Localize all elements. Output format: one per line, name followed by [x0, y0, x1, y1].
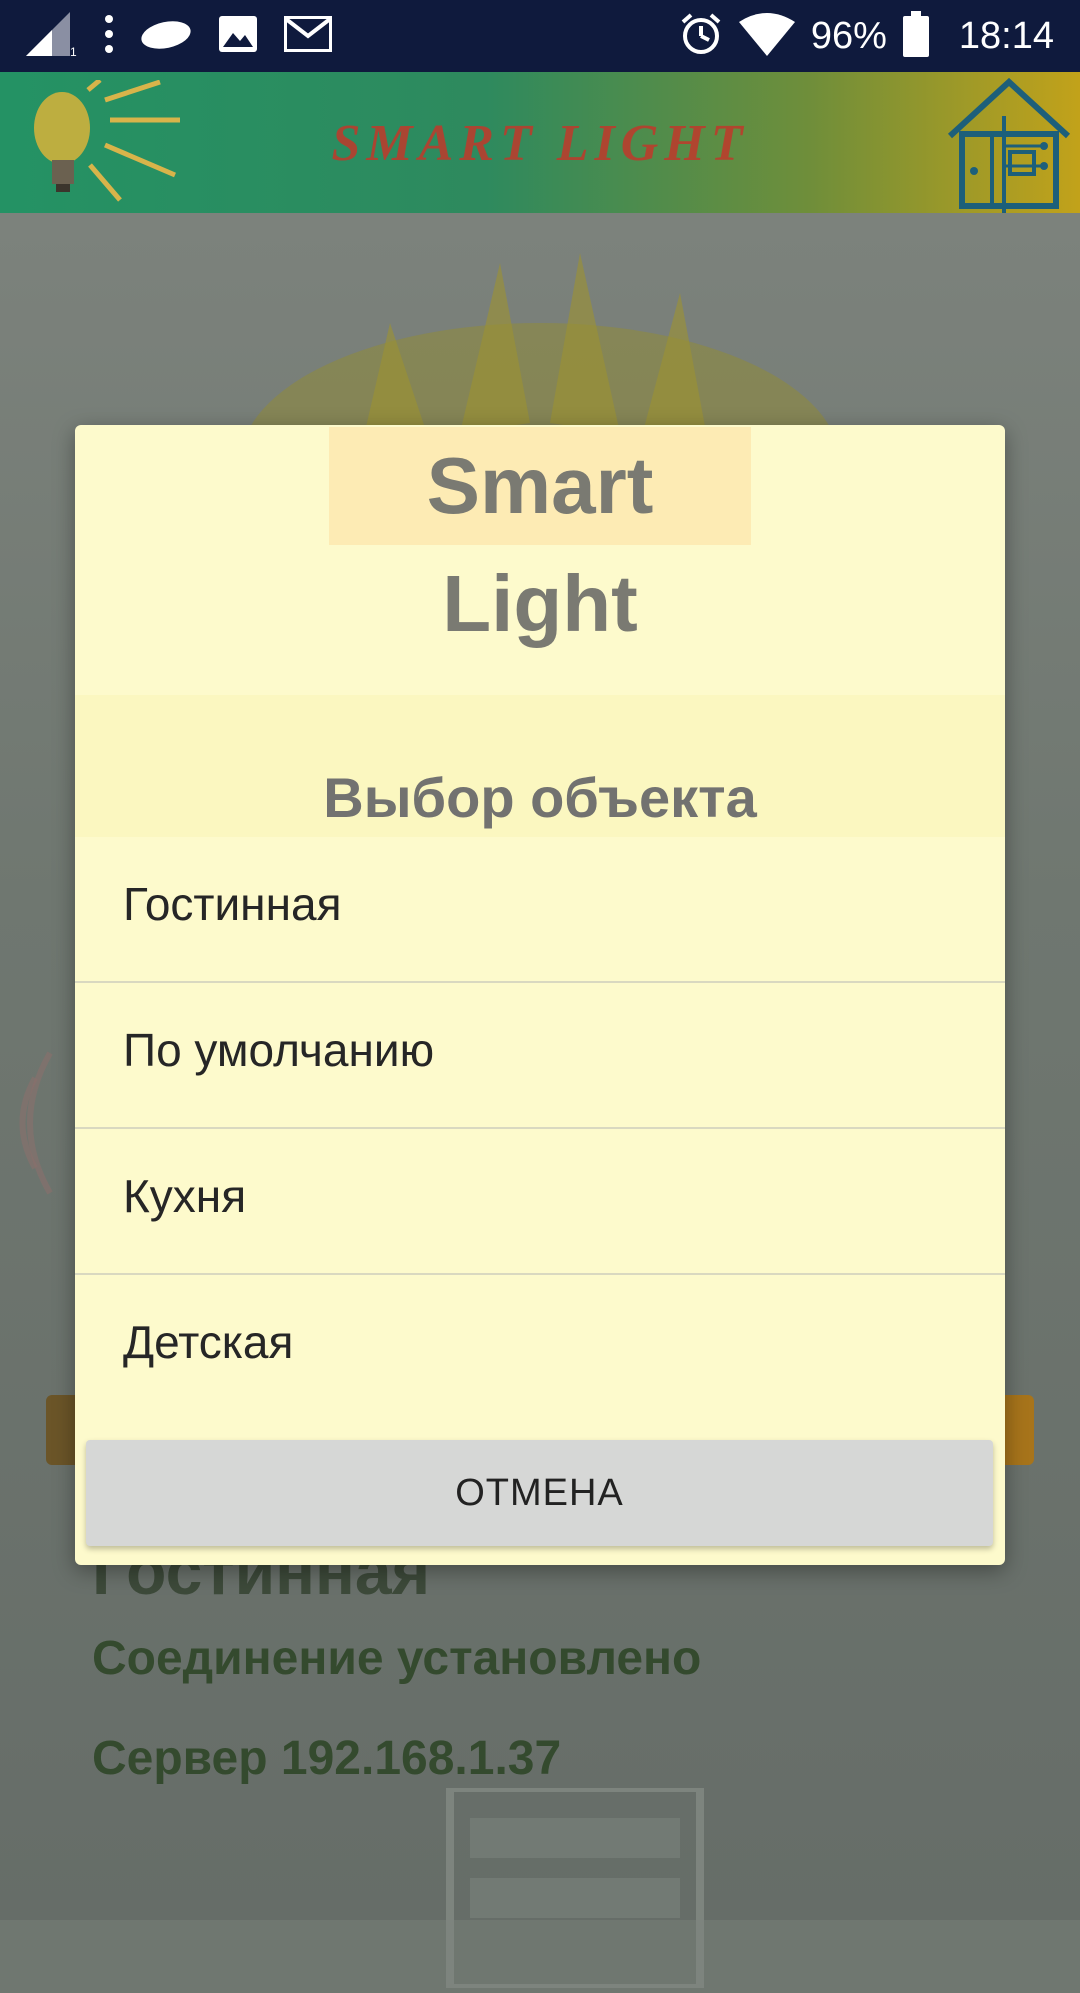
connection-status: Соединение установлено — [92, 1632, 702, 1685]
signal-waves-icon — [0, 1033, 70, 1218]
option-label: По умолчанию — [123, 1024, 435, 1076]
wifi-icon — [738, 12, 795, 61]
signal-icon: 1 — [26, 11, 78, 61]
dialog-subtitle: Выбор объекта — [323, 766, 757, 829]
more-icon — [104, 14, 114, 59]
smart-home-icon — [944, 76, 1074, 213]
option-living-room[interactable]: Гостинная — [75, 837, 1005, 983]
svg-text:1: 1 — [70, 45, 77, 56]
cloud-icon — [140, 17, 192, 56]
battery-icon — [902, 10, 929, 62]
option-default[interactable]: По умолчанию — [75, 983, 1005, 1129]
option-nursery[interactable]: Детская — [75, 1275, 1005, 1421]
alarm-icon — [679, 12, 723, 61]
battery-percent: 96% — [810, 14, 887, 57]
status-bar: 1 96% 18:14 — [0, 0, 1080, 72]
app-header: SMART LIGHT — [0, 72, 1080, 213]
option-label: Кухня — [123, 1170, 247, 1222]
clock: 18:14 — [958, 14, 1054, 57]
select-object-dialog: Smart Light Выбор объекта Гостинная По у… — [75, 425, 1005, 1565]
cancel-button[interactable]: ОТМЕНА — [86, 1440, 993, 1546]
header-title: SMART LIGHT — [331, 115, 749, 172]
option-label: Гостинная — [123, 878, 342, 930]
mail-icon — [283, 14, 333, 57]
dialog-title: Smart Light — [329, 427, 751, 648]
server-address: Сервер 192.168.1.37 — [92, 1732, 562, 1785]
option-label: Детская — [123, 1316, 294, 1368]
object-option-list: Гостинная По умолчанию Кухня Детская — [75, 837, 1005, 1421]
door-graphic — [440, 1784, 720, 1993]
dialog-header: Smart Light — [75, 425, 1005, 695]
option-kitchen[interactable]: Кухня — [75, 1129, 1005, 1275]
image-icon — [218, 15, 258, 58]
